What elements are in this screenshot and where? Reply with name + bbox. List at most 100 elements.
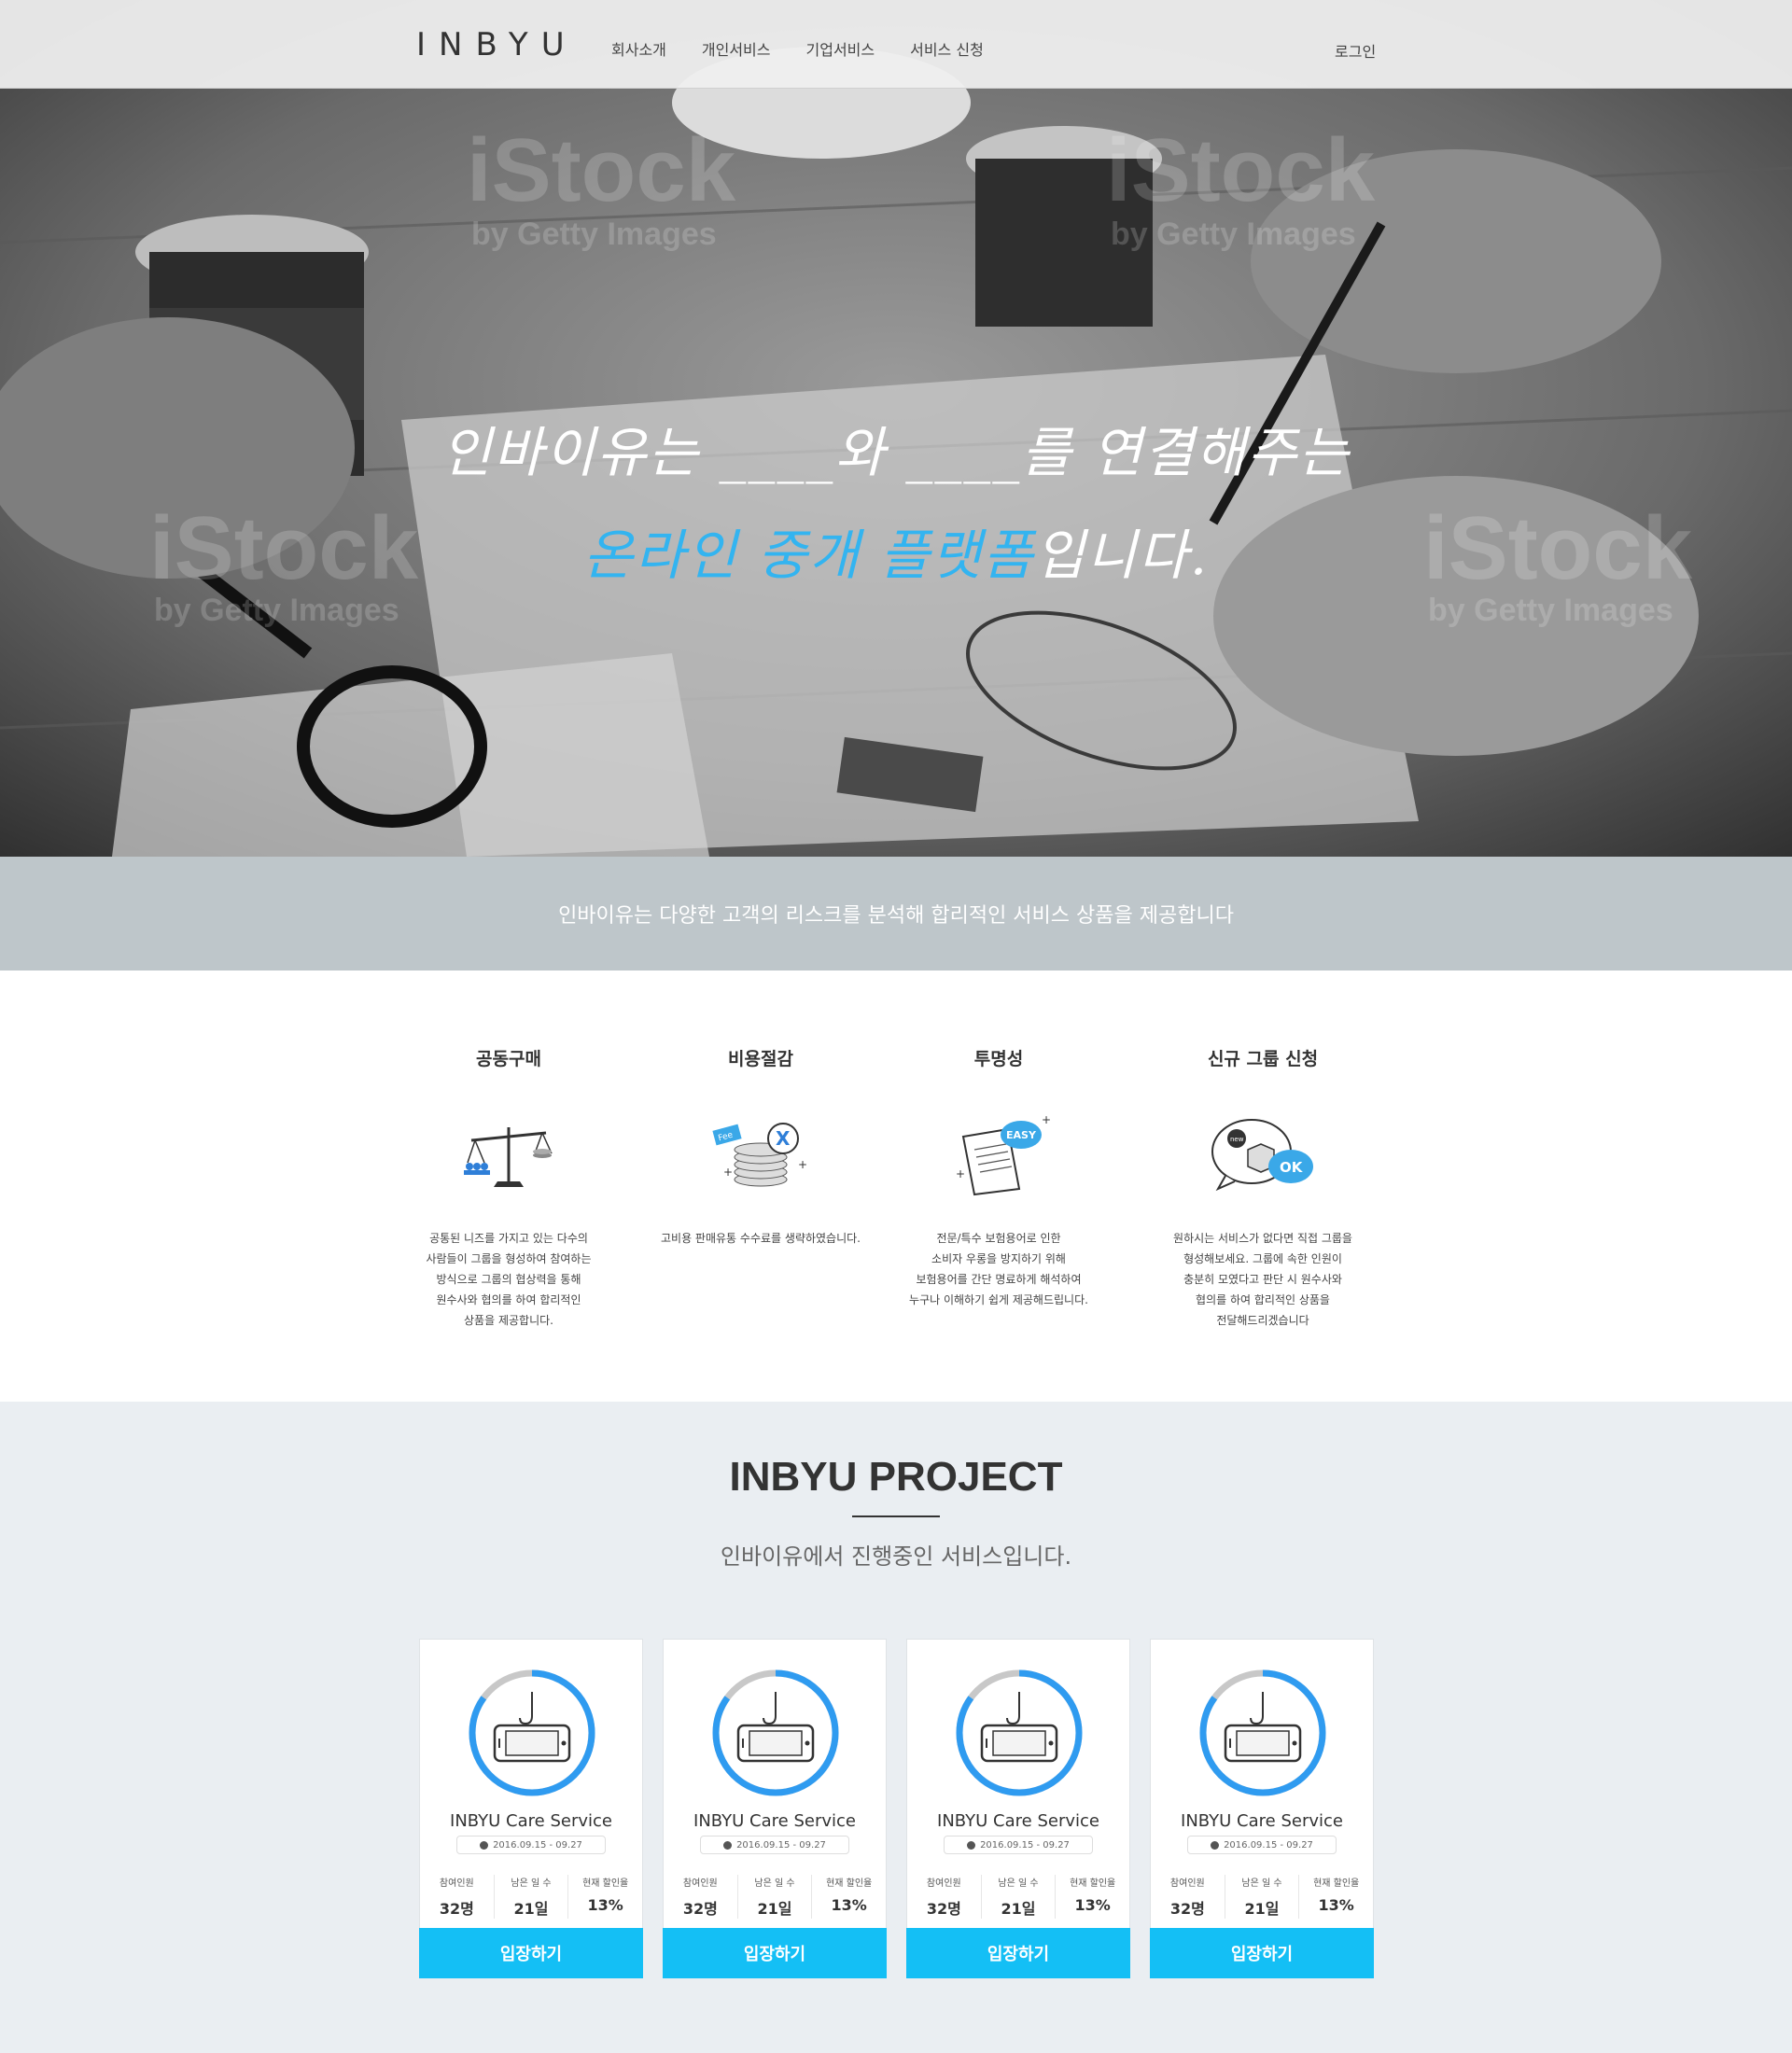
easy-document-icon: EASY + + [956,1113,1051,1196]
stat-label: 참여인원 [1169,1878,1205,1889]
card-date: 2016.09.15 - 09.27 [1187,1836,1337,1854]
svg-text:iStock: iStock [467,120,736,220]
card-stats: 참여인원 32명 남은 일 수 21일 현재 할인율 13% [907,1875,1129,1919]
nav-item-company[interactable]: 회사소개 [611,37,666,60]
stat-item: 남은 일 수 21일 [493,1875,568,1919]
card-date: 2016.09.15 - 09.27 [944,1836,1093,1854]
stat-item: 남은 일 수 21일 [980,1875,1056,1919]
stat-value: 32명 [1169,1900,1205,1918]
stat-label: 남은 일 수 [998,1878,1039,1889]
project-section: INBYU PROJECT 인바이유에서 진행중인 서비스입니다. INBYU … [0,1402,1792,2053]
card-date: 2016.09.15 - 09.27 [700,1836,849,1854]
tagline-band: 인바이유는 다양한 고객의 리스크를 분석해 합리적인 서비스 상품을 제공합니… [0,857,1792,971]
title-divider [852,1515,940,1517]
card-stats: 참여인원 32명 남은 일 수 21일 현재 할인율 13% [420,1875,642,1919]
stat-item: 참여인원 32명 [664,1875,737,1919]
svg-text:+: + [723,1166,733,1179]
stat-value: 13% [831,1896,867,1914]
card-title: INBYU Care Service [937,1811,1099,1831]
enter-button[interactable]: 입장하기 [1150,1928,1374,1978]
login-link[interactable]: 로그인 [1335,39,1376,62]
site-header: INBYU 회사소개 개인서비스 기업서비스 서비스 신청 로그인 [0,0,1792,89]
clock-icon [967,1840,976,1850]
stat-label: 현재 할인율 [1313,1878,1360,1889]
svg-text:OK: OK [1280,1159,1304,1176]
hero-highlight: 온라인 중개 플랫폼 [582,524,1035,587]
project-card: INBYU Care Service 2016.09.15 - 09.27 참여… [663,1639,887,1978]
project-subtitle: 인바이유에서 진행중인 서비스입니다. [720,1543,1072,1570]
card-stats: 참여인원 32명 남은 일 수 21일 현재 할인율 13% [1151,1875,1373,1919]
svg-text:new: new [1230,1136,1244,1143]
svg-text:X: X [776,1127,791,1150]
progress-ring [712,1669,839,1796]
enter-button[interactable]: 입장하기 [663,1928,887,1978]
stat-item: 현재 할인율 13% [1298,1875,1373,1919]
phone-hook-icon [980,1692,1058,1763]
date-range: 2016.09.15 - 09.27 [1224,1839,1313,1850]
svg-text:by Getty Images: by Getty Images [1428,593,1673,628]
project-title: INBYU PROJECT [729,1454,1063,1500]
site-logo[interactable]: INBYU [416,26,578,63]
fee-coins-icon: Fee X ++ [712,1123,807,1187]
date-range: 2016.09.15 - 09.27 [493,1839,582,1850]
clock-icon [1211,1840,1220,1850]
phone-hook-icon [493,1692,571,1763]
nav-item-personal[interactable]: 개인서비스 [702,37,771,60]
date-range: 2016.09.15 - 09.27 [736,1839,826,1850]
clock-icon [723,1840,733,1850]
stat-label: 현재 할인율 [1070,1878,1116,1889]
card-date: 2016.09.15 - 09.27 [456,1836,606,1854]
card-title: INBYU Care Service [450,1811,612,1831]
stat-item: 현재 할인율 13% [567,1875,642,1919]
nav-item-business[interactable]: 기업서비스 [806,37,875,60]
card-stats: 참여인원 32명 남은 일 수 21일 현재 할인율 13% [664,1875,886,1919]
svg-text:+: + [798,1158,807,1171]
progress-ring [469,1669,595,1796]
stat-label: 현재 할인율 [826,1878,873,1889]
card-title: INBYU Care Service [693,1811,856,1831]
hero-section: iStock by Getty Images iStock by Getty I… [0,0,1792,857]
svg-text:iStock: iStock [1106,120,1376,220]
svg-text:EASY: EASY [1006,1129,1037,1141]
enter-button[interactable]: 입장하기 [419,1928,643,1978]
stat-value: 21일 [757,1900,792,1918]
stat-value: 13% [1318,1896,1354,1914]
enter-button[interactable]: 입장하기 [906,1928,1130,1978]
stat-item: 현재 할인율 13% [811,1875,886,1919]
stat-item: 참여인원 32명 [907,1875,981,1919]
stat-label: 참여인원 [926,1878,961,1889]
nav-item-apply[interactable]: 서비스 신청 [910,37,984,60]
feature-description: 전문/특수 보험용어로 인한 소비자 우롱을 방지하기 위해 보험용어를 간단 … [909,1232,1088,1306]
stat-item: 현재 할인율 13% [1055,1875,1129,1919]
progress-ring [956,1669,1083,1796]
clock-icon [480,1840,489,1850]
phone-hook-icon [736,1692,815,1763]
stat-label: 참여인원 [439,1878,474,1889]
main-nav: 회사소개 개인서비스 기업서비스 서비스 신청 [611,37,1019,60]
stat-value: 32명 [439,1900,474,1918]
svg-text:by Getty Images: by Getty Images [1111,216,1356,252]
hero-subheadline: 온라인 중개 플랫폼입니다. [0,511,1792,590]
tagline-text: 인바이유는 다양한 고객의 리스크를 분석해 합리적인 서비스 상품을 제공합니… [558,904,1234,928]
new-group-ok-icon: new OK [1211,1119,1313,1192]
stat-item: 남은 일 수 21일 [1224,1875,1299,1919]
feature-description: 고비용 판매유통 수수료를 생략하였습니다. [661,1232,861,1245]
features-section: 공동구매 공통된 니즈를 가지고 있는 다수의 사람들이 그룹을 형성하여 참여… [0,971,1792,1402]
feature-description: 공통된 니즈를 가지고 있는 다수의 사람들이 그룹을 형성하여 참여하는 방식… [426,1232,592,1327]
stat-item: 남은 일 수 21일 [736,1875,812,1919]
feature-title: 투명성 [973,1049,1024,1069]
feature-title: 신규 그룹 신청 [1207,1049,1319,1069]
stat-value: 32명 [682,1900,718,1918]
phone-hook-icon [1224,1692,1302,1763]
scale-icon [464,1127,553,1187]
hero-line2-rest: 입니다. [1034,524,1210,587]
stat-value: 21일 [1244,1900,1280,1918]
project-card: INBYU Care Service 2016.09.15 - 09.27 참여… [906,1639,1130,1978]
svg-text:by Getty Images: by Getty Images [471,216,717,252]
stat-value: 21일 [513,1900,549,1918]
stat-item: 참여인원 32명 [420,1875,494,1919]
svg-text:by Getty Images: by Getty Images [154,593,399,628]
feature-title: 비용절감 [728,1049,793,1069]
svg-text:+: + [1042,1113,1051,1126]
feature-title: 공동구매 [476,1049,541,1069]
